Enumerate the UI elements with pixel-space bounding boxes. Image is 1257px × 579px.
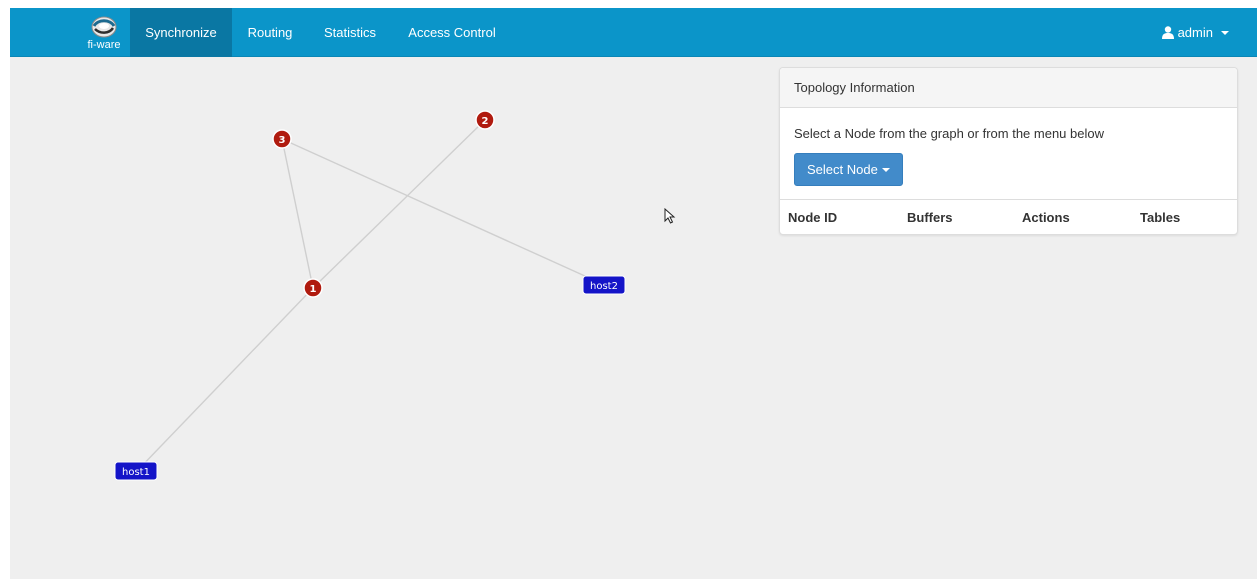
link-3-1 xyxy=(281,138,314,289)
brand-logo[interactable]: fi-ware xyxy=(78,8,130,57)
column-header-node-id: Node ID xyxy=(788,210,838,225)
switch-node-label: 3 xyxy=(279,135,286,146)
mouse-cursor-icon xyxy=(664,208,676,224)
host-node-host1[interactable]: host1 xyxy=(114,461,158,481)
app-frame: fi-ware Synchronize Routing Statistics A… xyxy=(10,8,1257,579)
select-node-button[interactable]: Select Node xyxy=(794,153,903,186)
link-2-1 xyxy=(312,119,486,289)
panel-heading: Topology Information xyxy=(780,68,1237,108)
switch-node-label: 1 xyxy=(310,284,317,295)
host-node-label: host2 xyxy=(590,281,618,292)
user-icon xyxy=(1161,26,1174,39)
switch-node-label: 2 xyxy=(482,116,489,127)
panel-body: Select a Node from the graph or from the… xyxy=(780,108,1237,198)
host-node-label: host1 xyxy=(122,467,150,478)
topology-info-panel: Topology Information Select a Node from … xyxy=(779,67,1238,235)
topology-svg[interactable]: 3 2 1 host2 host1 xyxy=(10,57,770,579)
host-node-host2[interactable]: host2 xyxy=(582,275,626,295)
user-name: admin xyxy=(1177,25,1213,40)
nav-routing[interactable]: Routing xyxy=(234,8,306,57)
column-header-actions: Actions xyxy=(1022,210,1070,225)
nav-access-control[interactable]: Access Control xyxy=(396,8,508,57)
caret-down-icon xyxy=(1221,30,1229,35)
fiware-logo-icon xyxy=(91,16,117,37)
brand-text: fi-ware xyxy=(87,38,121,51)
link-1-host1 xyxy=(135,287,314,473)
select-node-label: Select Node xyxy=(807,162,878,177)
user-menu-toggle[interactable]: admin xyxy=(1161,8,1229,57)
switch-node-1[interactable]: 1 xyxy=(303,278,323,298)
column-header-tables: Tables xyxy=(1140,210,1181,225)
nav-statistics[interactable]: Statistics xyxy=(310,8,390,57)
switch-node-3[interactable]: 3 xyxy=(272,129,292,149)
link-3-host2 xyxy=(281,138,608,287)
caret-down-icon xyxy=(881,167,890,172)
nav-synchronize[interactable]: Synchronize xyxy=(130,8,232,57)
panel-description: Select a Node from the graph or from the… xyxy=(794,126,1104,141)
node-table-header: Node ID Buffers Actions Tables xyxy=(780,199,1237,234)
top-navbar: fi-ware Synchronize Routing Statistics A… xyxy=(10,8,1257,57)
switch-node-2[interactable]: 2 xyxy=(475,110,495,130)
column-header-buffers: Buffers xyxy=(907,210,953,225)
topology-graph[interactable]: 3 2 1 host2 host1 xyxy=(10,57,770,579)
panel-title: Topology Information xyxy=(794,80,915,95)
